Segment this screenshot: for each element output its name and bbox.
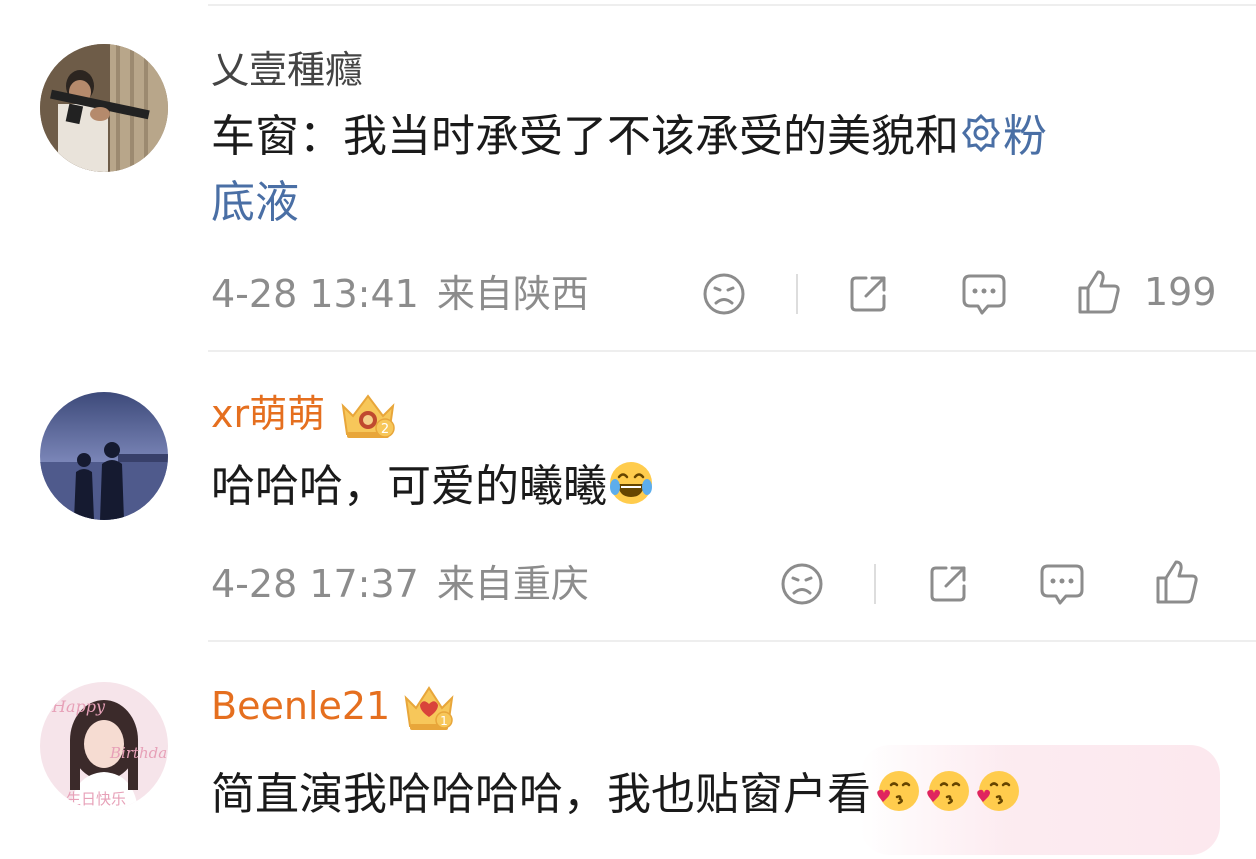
avatar-caption-2: Birthday — [109, 744, 168, 762]
crown-badge-icon[interactable]: 2 — [337, 392, 399, 442]
avatar[interactable] — [40, 44, 168, 172]
share-button[interactable] — [846, 272, 890, 316]
product-link-text: 粉 — [1003, 111, 1047, 162]
product-link[interactable]: 粉 — [959, 111, 1047, 162]
comment-text-body: 车窗：我当时承受了不该承受的美貌和 — [211, 111, 959, 162]
location: 来自重庆 — [436, 562, 589, 606]
kiss-emoji — [977, 771, 1019, 811]
like-icon — [1078, 270, 1120, 314]
comment-text: 哈哈哈，可爱的曦曦 — [211, 458, 655, 516]
action-separator — [796, 274, 798, 314]
like-count: 199 — [1144, 270, 1217, 314]
badge-level: 1 — [440, 714, 448, 728]
like-button[interactable]: 199 — [1076, 268, 1217, 316]
divider — [208, 640, 1256, 642]
avatar-image — [40, 392, 168, 520]
dislike-button[interactable] — [702, 272, 746, 316]
avatar-image — [40, 44, 168, 172]
avatar[interactable] — [40, 392, 168, 520]
timestamp: 4-28 17:37 — [211, 562, 419, 606]
username[interactable]: xr萌萌 2 — [211, 390, 399, 442]
comment-button[interactable] — [960, 272, 1008, 318]
username-text: xr萌萌 — [211, 392, 326, 436]
product-link-text-line2[interactable]: 底液 — [211, 174, 299, 232]
like-icon — [1156, 560, 1198, 604]
share-icon — [850, 276, 886, 312]
timestamp: 4-28 13:41 — [211, 272, 419, 316]
username[interactable]: Beenle21 1 — [211, 682, 456, 734]
dislike-icon — [703, 273, 745, 315]
username[interactable]: 乂壹種癮 — [211, 46, 363, 94]
avatar-caption-1: Happy — [51, 697, 106, 716]
kiss-emoji — [877, 771, 919, 811]
badge-level: 2 — [381, 422, 389, 437]
comment-text: 简直演我哈哈哈哈，我也贴窗户看 — [211, 766, 1021, 824]
avatar[interactable]: Happy Birthday 生日快乐 — [40, 682, 168, 810]
laugh-cry-emoji — [610, 462, 652, 504]
share-icon — [930, 566, 966, 602]
comment-icon — [962, 274, 1006, 315]
divider — [208, 350, 1256, 352]
action-separator — [874, 564, 876, 604]
comment-text: 车窗：我当时承受了不该承受的美貌和 粉 — [211, 108, 1047, 166]
divider-top — [208, 4, 1256, 6]
dislike-icon — [781, 563, 823, 605]
comment-meta: 4-28 13:41 来自陕西 — [211, 270, 589, 318]
comment-text-body: 哈哈哈，可爱的曦曦 — [211, 461, 607, 512]
kiss-emoji — [927, 771, 969, 811]
username-text: Beenle21 — [211, 684, 391, 728]
avatar-caption-3: 生日快乐 — [66, 790, 126, 808]
flower-link-icon — [962, 113, 1000, 153]
comment-meta: 4-28 17:37 来自重庆 — [211, 560, 589, 608]
comment-button[interactable] — [1038, 562, 1086, 608]
crown-badge-icon[interactable]: 1 — [402, 684, 456, 734]
dislike-button[interactable] — [780, 562, 824, 606]
location: 来自陕西 — [436, 272, 589, 316]
like-button[interactable] — [1154, 558, 1200, 606]
comment-text-body: 简直演我哈哈哈哈，我也贴窗户看 — [211, 769, 871, 820]
share-button[interactable] — [926, 562, 970, 606]
comment-icon — [1040, 564, 1084, 605]
avatar-image: Happy Birthday 生日快乐 — [40, 682, 168, 810]
